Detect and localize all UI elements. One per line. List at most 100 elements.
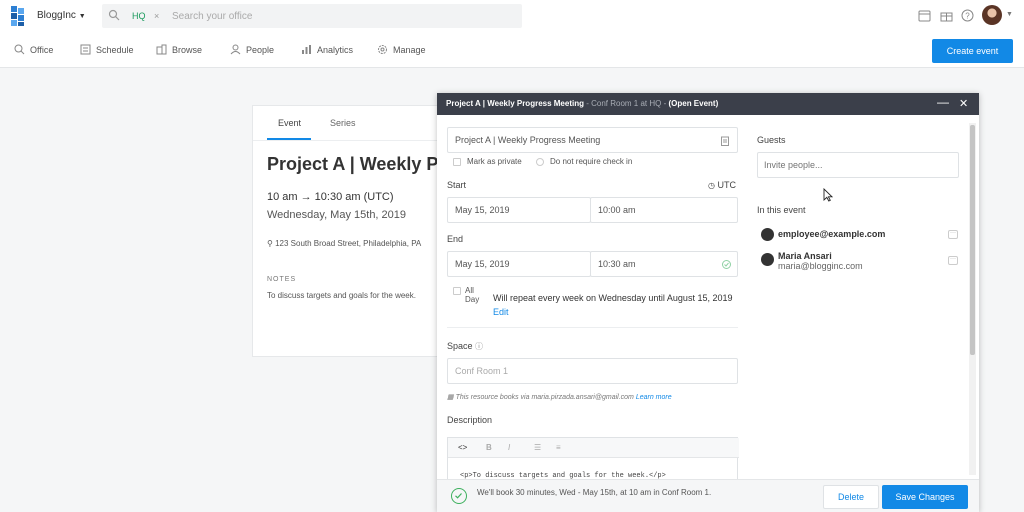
- all-day-checkbox[interactable]: All Day: [453, 286, 479, 304]
- tab-series[interactable]: Series: [330, 118, 356, 128]
- check-circle-icon: [722, 260, 731, 269]
- org-switcher[interactable]: BloggInc ▼: [37, 10, 86, 21]
- repeat-text: Will repeat every week on Wednesday unti…: [493, 293, 733, 303]
- chevron-down-icon[interactable]: ▼: [1006, 11, 1013, 18]
- no-checkin-toggle[interactable]: Do not require check in: [536, 157, 632, 166]
- nav-label: Office: [30, 44, 54, 55]
- browse-icon: [156, 44, 167, 55]
- radio: [536, 157, 544, 166]
- end-date-input[interactable]: May 15, 2019: [447, 251, 591, 277]
- calendar-icon[interactable]: [918, 9, 931, 22]
- save-changes-button[interactable]: Save Changes: [882, 485, 968, 509]
- modal-status: (Open Event): [668, 99, 719, 108]
- blogginc-logo[interactable]: [10, 5, 28, 27]
- office-icon: [14, 44, 25, 55]
- create-event-button[interactable]: Create event: [932, 39, 1013, 63]
- nav-label: Manage: [393, 44, 426, 55]
- no-checkin-label: Do not require check in: [550, 157, 633, 166]
- mark-private-label: Mark as private: [467, 157, 522, 166]
- delete-button[interactable]: Delete: [823, 485, 879, 509]
- modal-footer: We'll book 30 minutes, Wed - May 15th, a…: [437, 479, 979, 512]
- all-day-label-1: All: [465, 286, 474, 295]
- person-icon: [761, 253, 774, 266]
- start-label: Start: [447, 180, 467, 190]
- guest-name: Maria Ansari: [778, 251, 832, 261]
- nav-item-people[interactable]: People: [230, 44, 274, 55]
- all-day-label-2: Day: [465, 295, 480, 304]
- chip-remove-button[interactable]: ×: [154, 10, 159, 22]
- search-icon: [108, 9, 120, 21]
- event-date: Wednesday, May 15th, 2019: [267, 209, 407, 221]
- location-pin-icon: ⚲: [267, 239, 273, 248]
- nav-item-manage[interactable]: Manage: [377, 44, 426, 55]
- help-icon[interactable]: ?: [961, 9, 974, 22]
- tab-event[interactable]: Event: [278, 118, 301, 128]
- calendar-small-icon: ▦: [447, 394, 454, 401]
- person-icon: [761, 228, 774, 241]
- italic-button[interactable]: I: [508, 443, 510, 452]
- nav-label: People: [246, 44, 275, 55]
- timezone-selector[interactable]: ◷ UTC: [708, 180, 736, 190]
- title-input[interactable]: Project A | Weekly Progress Meeting: [447, 127, 738, 153]
- modal-location: - Conf Room 1 at HQ -: [584, 99, 669, 108]
- mouse-cursor-icon: [823, 188, 833, 202]
- learn-more-link[interactable]: Learn more: [636, 394, 672, 401]
- invite-people-input[interactable]: [757, 152, 959, 178]
- minimize-icon[interactable]: —: [937, 95, 949, 109]
- code-view-button[interactable]: <>: [458, 443, 467, 452]
- svg-text:?: ?: [965, 12, 970, 21]
- mark-private-checkbox[interactable]: Mark as private: [453, 157, 522, 166]
- nav-label: Browse: [172, 44, 203, 55]
- address-text: 123 South Broad Street, Philadelphia, PA: [275, 239, 422, 248]
- gift-icon[interactable]: [940, 9, 953, 22]
- modal-header: Project A | Weekly Progress Meeting - Co…: [437, 93, 979, 115]
- guest-options-button[interactable]: ···: [948, 230, 958, 239]
- space-label-text: Space: [447, 341, 473, 351]
- checkbox: [453, 157, 461, 166]
- start-date-input[interactable]: May 15, 2019: [447, 197, 591, 223]
- bullet-list-button[interactable]: ☰: [534, 443, 541, 452]
- event-address: ⚲ 123 South Broad Street, Philadelphia, …: [267, 239, 453, 248]
- clipboard-icon[interactable]: [721, 136, 729, 146]
- repeat-edit-link[interactable]: Edit: [493, 307, 509, 317]
- notes-text: To discuss targets and goals for the wee…: [267, 291, 416, 300]
- search-bar[interactable]: HQ ×: [102, 4, 522, 28]
- checkbox: [453, 286, 461, 295]
- bold-button[interactable]: B: [486, 443, 492, 452]
- description-label: Description: [447, 415, 493, 425]
- nav-item-schedule[interactable]: Schedule: [80, 44, 134, 55]
- scrollbar-thumb[interactable]: [970, 125, 975, 355]
- end-time-input[interactable]: 10:30 am: [590, 251, 738, 277]
- nav-item-office[interactable]: Office: [14, 44, 53, 55]
- info-icon[interactable]: ⓘ: [475, 342, 483, 351]
- close-icon[interactable]: ✕: [959, 97, 968, 110]
- guest-email: maria@blogginc.com: [778, 261, 863, 271]
- main-nav: Office Schedule Browse People Analytics …: [0, 32, 1024, 68]
- nav-item-analytics[interactable]: Analytics: [301, 44, 353, 55]
- end-label: End: [447, 234, 464, 244]
- nav-label: Analytics: [317, 44, 354, 55]
- clock-icon: ◷: [708, 181, 715, 190]
- nav-item-browse[interactable]: Browse: [156, 44, 202, 55]
- numbered-list-button[interactable]: ≡: [556, 443, 561, 452]
- end-time-value: 10:30 am: [598, 259, 636, 269]
- notes-heading: NOTES: [267, 276, 297, 283]
- analytics-icon: [302, 45, 311, 54]
- search-input[interactable]: [172, 6, 512, 26]
- start-time-input[interactable]: 10:00 am: [590, 197, 738, 223]
- people-icon: [230, 44, 241, 55]
- editor-toolbar: <> B I ☰ ≡: [448, 438, 739, 458]
- chevron-down-icon: ▼: [78, 13, 86, 20]
- org-name: BloggInc: [37, 10, 76, 21]
- modal-scrollbar[interactable]: [969, 123, 976, 475]
- event-title: Project A | Weekly Progress Meeting: [267, 154, 453, 174]
- space-input[interactable]: Conf Room 1: [447, 358, 738, 384]
- resource-note: ▦ This resource books via maria.pirzada.…: [447, 393, 672, 401]
- user-avatar[interactable]: [982, 5, 1002, 25]
- gear-icon: [378, 45, 387, 54]
- guests-label: Guests: [757, 135, 786, 145]
- guest-options-button[interactable]: ···: [948, 256, 958, 265]
- top-bar: BloggInc ▼ HQ × ? ▼: [0, 0, 1024, 32]
- divider: [447, 327, 738, 328]
- in-event-label: In this event: [757, 205, 806, 215]
